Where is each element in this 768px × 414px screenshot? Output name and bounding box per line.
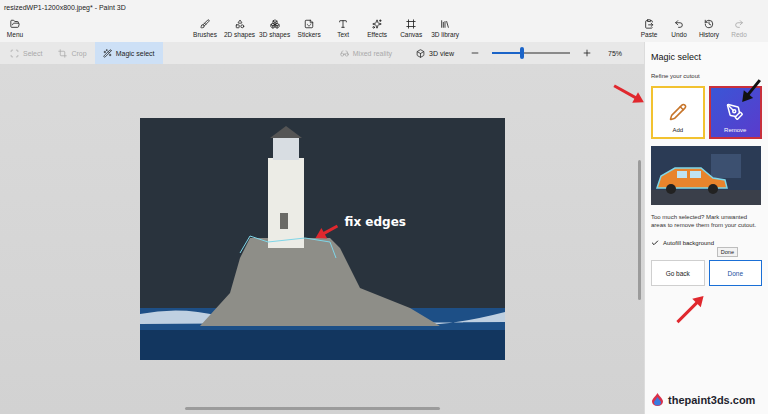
lighthouse-photo-icon bbox=[140, 118, 505, 360]
autofill-checkbox[interactable]: Autofill background bbox=[651, 239, 762, 247]
mode-bar: SelectCropMagic select Mixed reality 3D vi… bbox=[0, 42, 644, 64]
folder-icon bbox=[10, 19, 20, 29]
mode-button[interactable]: Crop bbox=[50, 42, 94, 64]
tool-button[interactable]: 2D shapes bbox=[222, 19, 257, 38]
check-icon bbox=[651, 239, 659, 247]
refine-option[interactable]: Remove bbox=[709, 86, 763, 139]
zoom-slider[interactable] bbox=[492, 52, 570, 54]
magic-select-panel: Magic select Refine your cutout AddRemove T… bbox=[644, 42, 768, 414]
hint-text: Too much selected? Mark unwanted areas t… bbox=[651, 213, 762, 229]
panel-subtitle: Refine your cutout bbox=[651, 73, 762, 79]
tool-icon bbox=[304, 19, 314, 29]
mode-icon bbox=[103, 49, 112, 58]
tool-icon bbox=[406, 19, 416, 29]
paint-3d-window: resizedWP1-1200x800.jpeg* - Paint 3D Menu… bbox=[0, 0, 768, 414]
tool-icon bbox=[440, 19, 450, 29]
annotation-arrow-icon bbox=[672, 291, 708, 327]
tool-icon bbox=[372, 19, 382, 29]
tool-button[interactable]: Text bbox=[326, 19, 360, 38]
logo-icon bbox=[651, 393, 664, 406]
refine-option[interactable]: Add bbox=[651, 86, 705, 139]
watermark: thepaint3ds.com bbox=[651, 393, 762, 406]
zoom-in-icon[interactable] bbox=[582, 48, 592, 58]
pen-icon bbox=[726, 103, 744, 121]
mode-icon bbox=[58, 49, 67, 58]
cube-icon bbox=[416, 49, 425, 58]
menu-button[interactable]: Menu bbox=[4, 19, 26, 38]
go-back-button[interactable]: Go back bbox=[651, 260, 705, 286]
title-bar: resizedWP1-1200x800.jpeg* - Paint 3D bbox=[0, 0, 768, 14]
vertical-scrollbar[interactable] bbox=[638, 160, 641, 300]
annotation-arrow-icon bbox=[737, 76, 766, 107]
tooltip: Done bbox=[717, 247, 738, 257]
tool-button[interactable]: Brushes bbox=[188, 19, 222, 38]
tool-button[interactable]: 3D library bbox=[428, 19, 462, 38]
mode-button[interactable]: Magic select bbox=[95, 42, 163, 64]
tool-button[interactable]: Canvas bbox=[394, 19, 428, 38]
zoom-reading: 75% bbox=[608, 50, 622, 57]
annotation-text: fix edges bbox=[345, 215, 406, 229]
mode-icon bbox=[10, 49, 19, 58]
window-title: resizedWP1-1200x800.jpeg* - Paint 3D bbox=[4, 4, 126, 11]
action-button[interactable]: History bbox=[694, 19, 724, 38]
action-button[interactable]: Redo bbox=[724, 19, 754, 38]
tool-group: Brushes2D shapes3D shapesStickersTextEff… bbox=[188, 19, 462, 38]
tool-icon bbox=[235, 19, 245, 29]
action-icon bbox=[704, 19, 714, 29]
tool-icon bbox=[338, 19, 348, 29]
car-icon bbox=[651, 146, 761, 205]
tool-icon bbox=[200, 19, 210, 29]
tool-button[interactable]: Stickers bbox=[292, 19, 326, 38]
3d-view-button[interactable]: 3D view bbox=[408, 42, 462, 64]
action-group: PasteUndoHistoryRedo bbox=[634, 19, 754, 38]
toolbar: Menu Brushes2D shapes3D shapesStickersTex… bbox=[0, 14, 768, 42]
pencil-icon bbox=[669, 103, 687, 121]
zoom-out-icon[interactable] bbox=[470, 48, 480, 58]
action-button[interactable]: Undo bbox=[664, 19, 694, 38]
tool-button[interactable]: 3D shapes bbox=[257, 19, 292, 38]
canvas-area[interactable]: fix edges bbox=[0, 64, 644, 414]
tool-button[interactable]: Effects bbox=[360, 19, 394, 38]
action-button[interactable]: Paste bbox=[634, 19, 664, 38]
mode-button[interactable]: Select bbox=[2, 42, 50, 64]
photo[interactable]: fix edges bbox=[140, 118, 505, 360]
done-button[interactable]: Done bbox=[709, 260, 763, 286]
car-illustration bbox=[651, 146, 761, 205]
annotation-arrow-icon bbox=[312, 220, 341, 244]
glasses-icon bbox=[340, 49, 349, 58]
tool-icon bbox=[270, 19, 280, 29]
mixed-reality-button[interactable]: Mixed reality bbox=[332, 42, 400, 64]
horizontal-scrollbar[interactable] bbox=[185, 407, 440, 410]
action-icon bbox=[644, 19, 654, 29]
annotation-arrow-icon bbox=[611, 80, 648, 109]
action-icon bbox=[734, 19, 744, 29]
action-icon bbox=[674, 19, 684, 29]
slider-thumb[interactable] bbox=[520, 47, 524, 59]
panel-title: Magic select bbox=[651, 52, 762, 62]
